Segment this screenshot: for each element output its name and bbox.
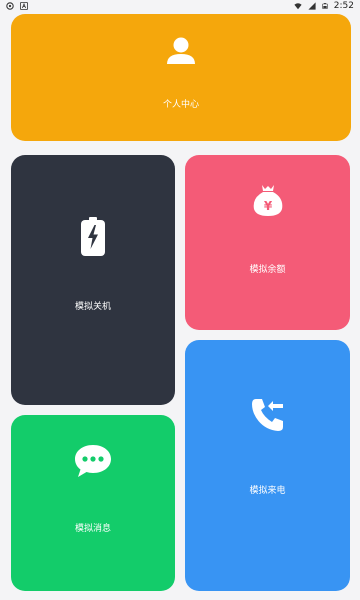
status-time: 2:52 (333, 1, 354, 11)
balance-label: 模拟余额 (249, 265, 286, 275)
money-bag-icon: ¥ (253, 185, 282, 216)
incoming-call-icon (251, 399, 283, 431)
message-card[interactable]: 模拟消息 (11, 415, 175, 591)
shutdown-label: 模拟关机 (74, 302, 111, 312)
person-icon (167, 37, 195, 64)
chat-bubble-icon (75, 445, 111, 477)
status-bar: 2:52 (0, 0, 360, 12)
a-icon (20, 2, 28, 10)
balance-card[interactable]: ¥ 模拟余额 (185, 155, 350, 330)
svg-text:¥: ¥ (263, 199, 272, 213)
notification-icon (6, 2, 14, 10)
message-label: 模拟消息 (74, 524, 111, 534)
wifi-icon (294, 3, 302, 10)
call-label: 模拟来电 (249, 486, 286, 496)
profile-label: 个人中心 (162, 100, 199, 110)
battery-charging-icon (81, 217, 105, 256)
shutdown-card[interactable]: 模拟关机 (11, 155, 175, 405)
battery-icon (322, 3, 328, 9)
call-card[interactable]: 模拟来电 (185, 340, 350, 591)
profile-card[interactable]: 个人中心 (11, 14, 351, 141)
signal-icon (308, 2, 316, 10)
